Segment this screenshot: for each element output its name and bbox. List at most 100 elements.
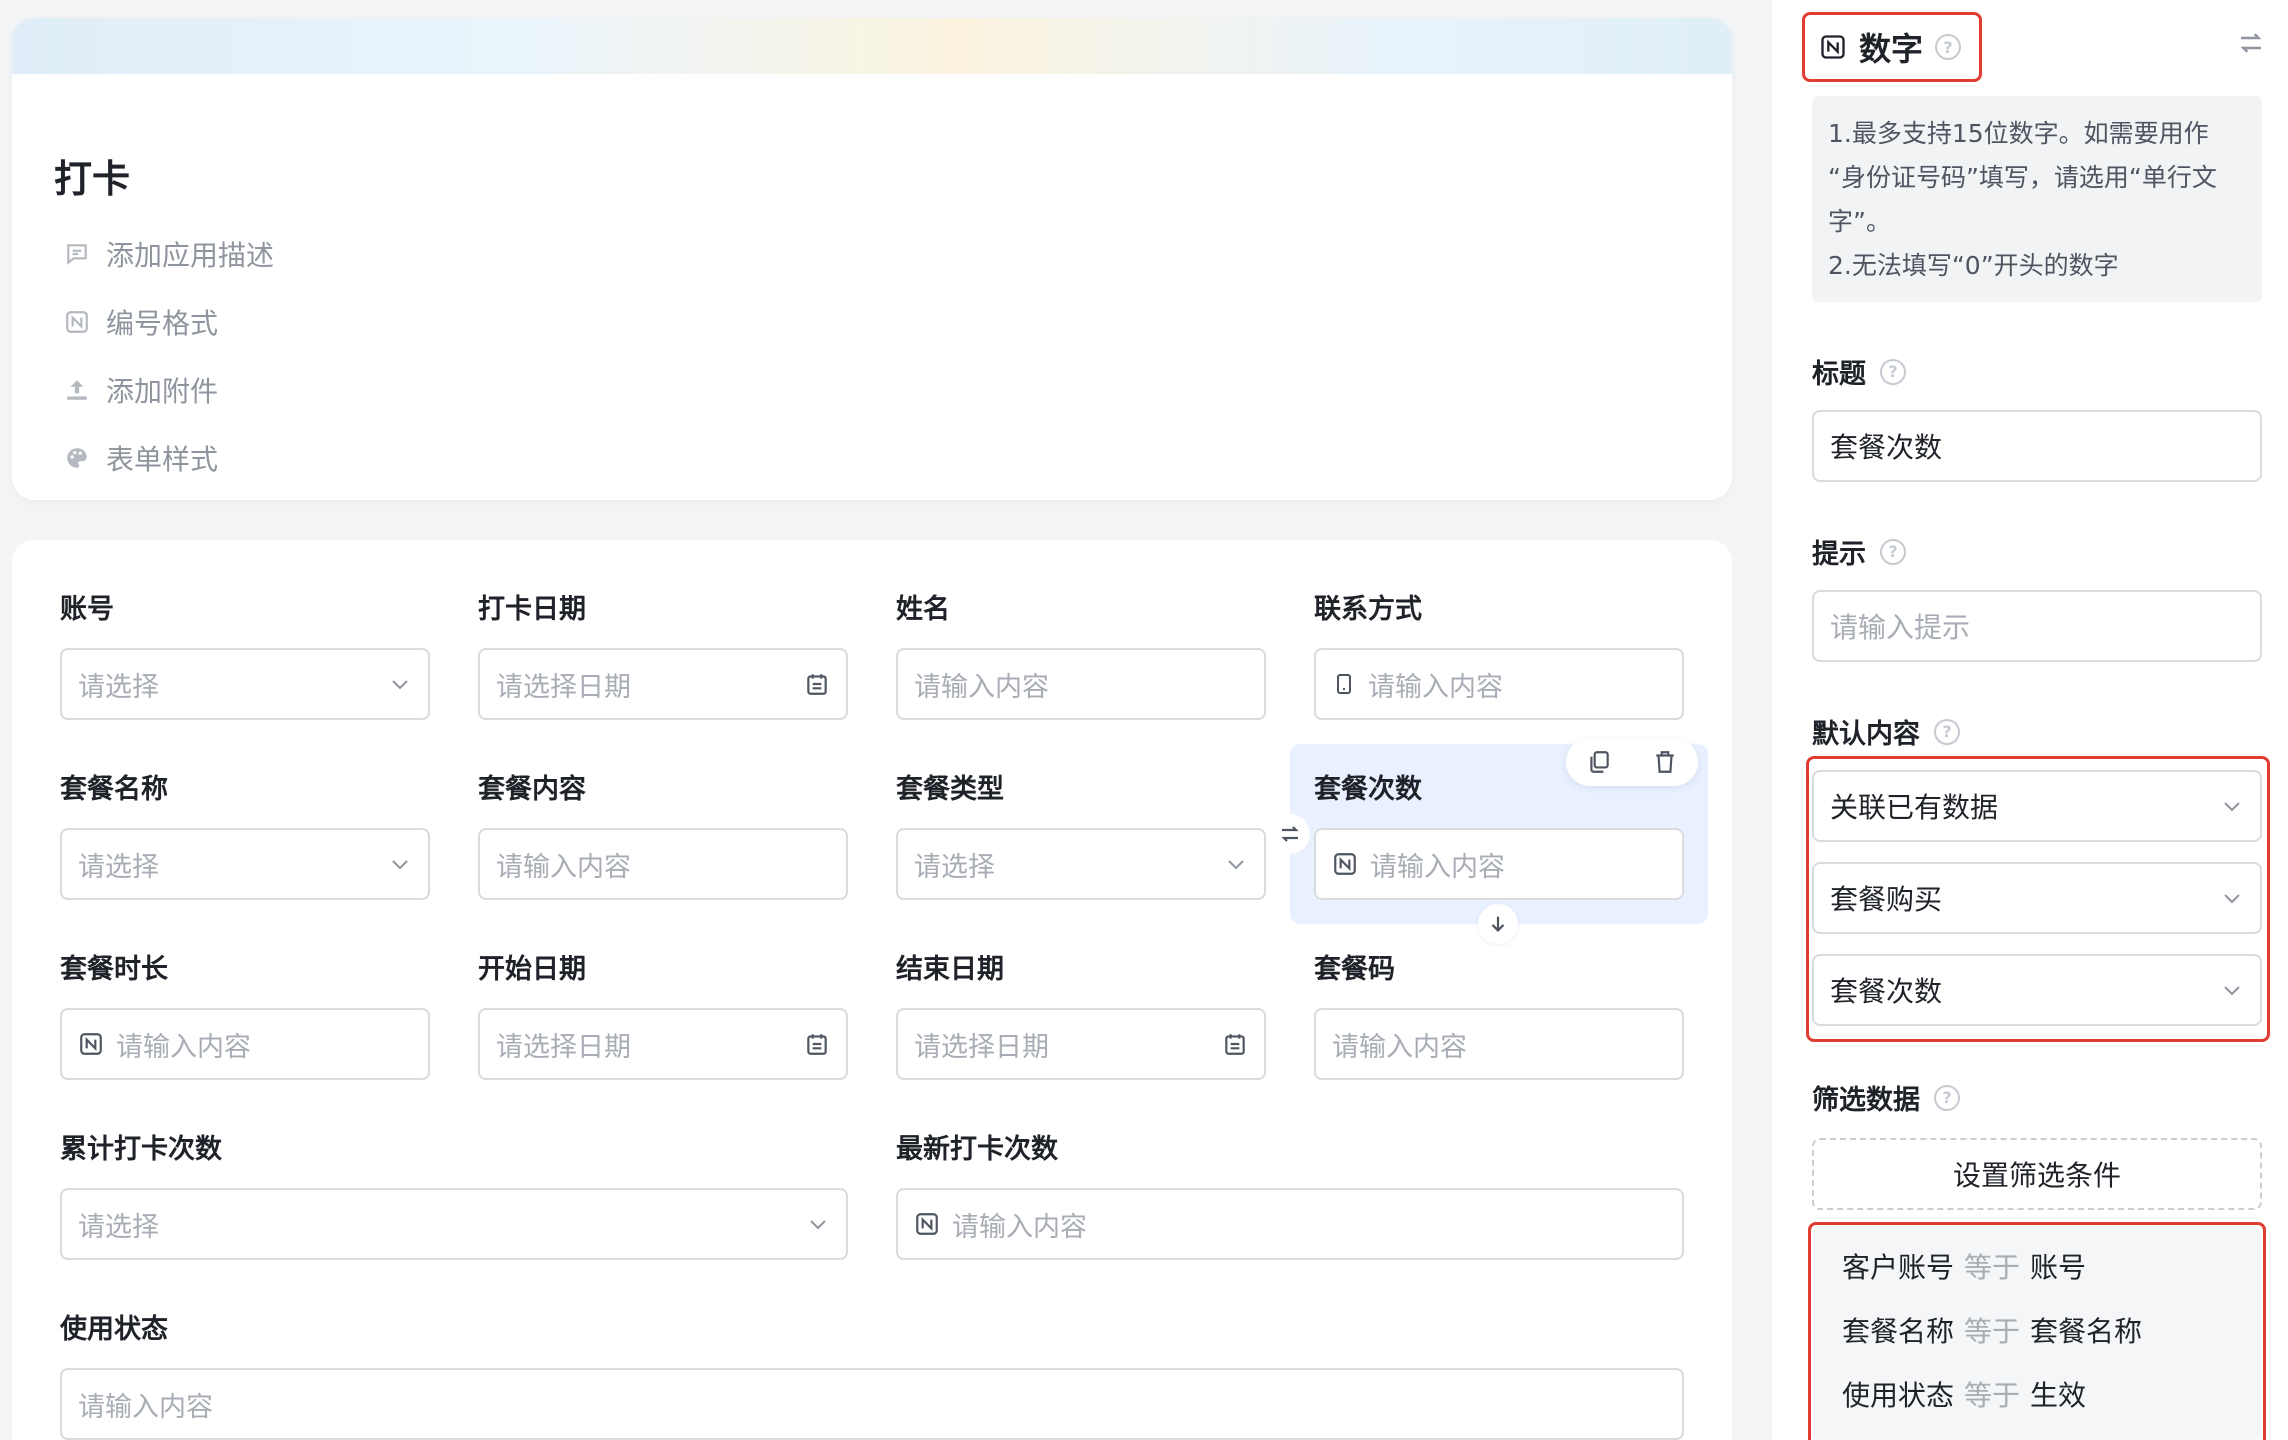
add-attachment-label: 添加附件 bbox=[106, 375, 219, 408]
title-label-row: 标题 ? bbox=[1812, 352, 1906, 391]
usage-status-input[interactable]: 请输入内容 bbox=[60, 1368, 1684, 1440]
field-usage-status[interactable]: 使用状态 请输入内容 bbox=[60, 1310, 1684, 1440]
input-placeholder: 请输入内容 bbox=[496, 851, 631, 883]
input-placeholder: 请输入内容 bbox=[1332, 1031, 1467, 1063]
input-placeholder: 请输入内容 bbox=[1368, 671, 1503, 703]
name-input[interactable]: 请输入内容 bbox=[896, 648, 1266, 720]
app-title[interactable]: 打卡 bbox=[54, 148, 130, 203]
field-label: 账号 bbox=[60, 594, 114, 625]
field-package-name[interactable]: 套餐名称 请选择 bbox=[60, 770, 430, 900]
field-label: 结束日期 bbox=[896, 954, 1004, 985]
package-type-select[interactable]: 请选择 bbox=[896, 828, 1266, 900]
default-source-select[interactable]: 关联已有数据 bbox=[1812, 770, 2262, 842]
phone-icon bbox=[1337, 674, 1351, 694]
package-code-input[interactable]: 请输入内容 bbox=[1314, 1008, 1684, 1080]
linked-field-select[interactable]: 套餐次数 bbox=[1812, 954, 2262, 1026]
help-icon[interactable]: ? bbox=[1880, 538, 1906, 565]
end-date-picker[interactable]: 请选择日期 bbox=[896, 1008, 1266, 1080]
field-label: 开始日期 bbox=[478, 954, 586, 985]
field-checkin-date[interactable]: 打卡日期 请选择日期 bbox=[478, 590, 848, 720]
field-package-code[interactable]: 套餐码 请输入内容 bbox=[1314, 950, 1684, 1080]
switch-type-icon[interactable] bbox=[2236, 28, 2266, 58]
chevron-down-icon bbox=[1228, 860, 1244, 870]
notice-line: 字”。 bbox=[1828, 207, 1891, 236]
field-start-date[interactable]: 开始日期 请选择日期 bbox=[478, 950, 848, 1080]
package-name-select[interactable]: 请选择 bbox=[60, 828, 430, 900]
input-placeholder: 请输入内容 bbox=[116, 1031, 251, 1063]
move-down-button[interactable] bbox=[1478, 904, 1518, 944]
field-properties-panel: 数字 ? 1.最多支持15位数字。如需要用作 “身份证号码”填写，请选用“单行文… bbox=[1772, 0, 2288, 1440]
total-checkins-select[interactable]: 请选择 bbox=[60, 1188, 848, 1260]
header-gradient-band bbox=[12, 18, 1732, 74]
chevron-down-icon bbox=[392, 860, 408, 870]
number-icon bbox=[1821, 35, 1845, 59]
select-placeholder: 请选择 bbox=[914, 851, 995, 883]
upload-icon bbox=[67, 380, 87, 400]
latest-checkins-input[interactable]: 请输入内容 bbox=[896, 1188, 1684, 1260]
set-filter-button[interactable]: 设置筛选条件 bbox=[1812, 1138, 2262, 1210]
notice-line: 2.无法填写“0”开头的数字 bbox=[1828, 251, 2119, 280]
help-icon[interactable]: ? bbox=[1880, 358, 1906, 385]
field-package-type[interactable]: 套餐类型 请选择 bbox=[896, 770, 1266, 900]
field-total-checkins[interactable]: 累计打卡次数 请选择 bbox=[60, 1130, 848, 1260]
start-date-picker[interactable]: 请选择日期 bbox=[478, 1008, 848, 1080]
chevron-down-icon bbox=[2224, 894, 2240, 904]
hint-input[interactable]: 请输入提示 bbox=[1812, 590, 2262, 662]
select-value: 关联已有数据 bbox=[1830, 791, 1999, 824]
select-placeholder: 请选择 bbox=[78, 1211, 159, 1243]
help-icon[interactable]: ? bbox=[1934, 718, 1960, 745]
swap-layout-button[interactable] bbox=[1270, 814, 1310, 854]
input-placeholder: 请输入内容 bbox=[914, 671, 1049, 703]
numbering-format-item[interactable]: 编号格式 bbox=[64, 302, 218, 342]
add-attachment-item[interactable]: 添加附件 bbox=[64, 370, 218, 410]
field-package-count[interactable]: 套餐次数 请输入内容 bbox=[1314, 770, 1684, 900]
field-end-date[interactable]: 结束日期 请选择日期 bbox=[896, 950, 1266, 1080]
package-count-input[interactable]: 请输入内容 bbox=[1314, 828, 1684, 900]
date-placeholder: 请选择日期 bbox=[496, 1031, 631, 1063]
package-content-input[interactable]: 请输入内容 bbox=[478, 828, 848, 900]
help-icon[interactable]: ? bbox=[1935, 34, 1962, 60]
field-label: 打卡日期 bbox=[478, 594, 586, 625]
filter-conditions-highlight bbox=[1808, 1222, 2266, 1440]
default-content-label: 默认内容 bbox=[1812, 719, 1920, 750]
field-label: 套餐名称 bbox=[60, 774, 168, 805]
chevron-down-icon bbox=[2224, 802, 2240, 812]
add-description-label: 添加应用描述 bbox=[106, 239, 275, 272]
calendar-icon bbox=[1225, 1034, 1245, 1055]
linked-form-select[interactable]: 套餐购买 bbox=[1812, 862, 2262, 934]
input-placeholder: 请输入内容 bbox=[1370, 851, 1505, 883]
title-label: 标题 bbox=[1812, 359, 1866, 390]
field-account[interactable]: 账号 请选择 bbox=[60, 590, 430, 720]
chevron-down-icon bbox=[392, 680, 408, 690]
title-input[interactable]: 套餐次数 bbox=[1812, 410, 2262, 482]
number-icon bbox=[80, 1033, 102, 1055]
arrow-down-icon bbox=[1491, 916, 1505, 932]
field-type-header: 数字 ? bbox=[1802, 12, 1982, 82]
number-icon bbox=[1334, 853, 1356, 875]
filter-label-row: 筛选数据 ? bbox=[1812, 1078, 1960, 1117]
field-package-content[interactable]: 套餐内容 请输入内容 bbox=[478, 770, 848, 900]
number-icon bbox=[916, 1213, 938, 1235]
form-style-item[interactable]: 表单样式 bbox=[64, 438, 218, 478]
input-placeholder: 请输入内容 bbox=[952, 1211, 1087, 1243]
contact-input[interactable]: 请输入内容 bbox=[1314, 648, 1684, 720]
add-description-item[interactable]: 添加应用描述 bbox=[64, 234, 274, 274]
account-select[interactable]: 请选择 bbox=[60, 648, 430, 720]
notice-line: “身份证号码”填写，请选用“单行文 bbox=[1828, 163, 2217, 192]
checkin-date-picker[interactable]: 请选择日期 bbox=[478, 648, 848, 720]
field-label: 套餐时长 bbox=[60, 954, 168, 985]
chevron-down-icon bbox=[810, 1220, 826, 1230]
hint-label: 提示 bbox=[1812, 539, 1866, 570]
field-contact[interactable]: 联系方式 请输入内容 bbox=[1314, 590, 1684, 720]
field-package-duration[interactable]: 套餐时长 请输入内容 bbox=[60, 950, 430, 1080]
package-duration-input[interactable]: 请输入内容 bbox=[60, 1008, 430, 1080]
field-label: 套餐次数 bbox=[1314, 774, 1422, 805]
hint-placeholder: 请输入提示 bbox=[1830, 611, 1971, 644]
field-latest-checkins[interactable]: 最新打卡次数 请输入内容 bbox=[896, 1130, 1684, 1260]
comment-icon bbox=[67, 244, 87, 265]
help-icon[interactable]: ? bbox=[1934, 1084, 1960, 1111]
notice-line: 1.最多支持15位数字。如需要用作 bbox=[1828, 119, 2209, 148]
select-value: 套餐次数 bbox=[1830, 975, 1943, 1008]
field-label: 套餐类型 bbox=[896, 774, 1004, 805]
field-name[interactable]: 姓名 请输入内容 bbox=[896, 590, 1266, 720]
